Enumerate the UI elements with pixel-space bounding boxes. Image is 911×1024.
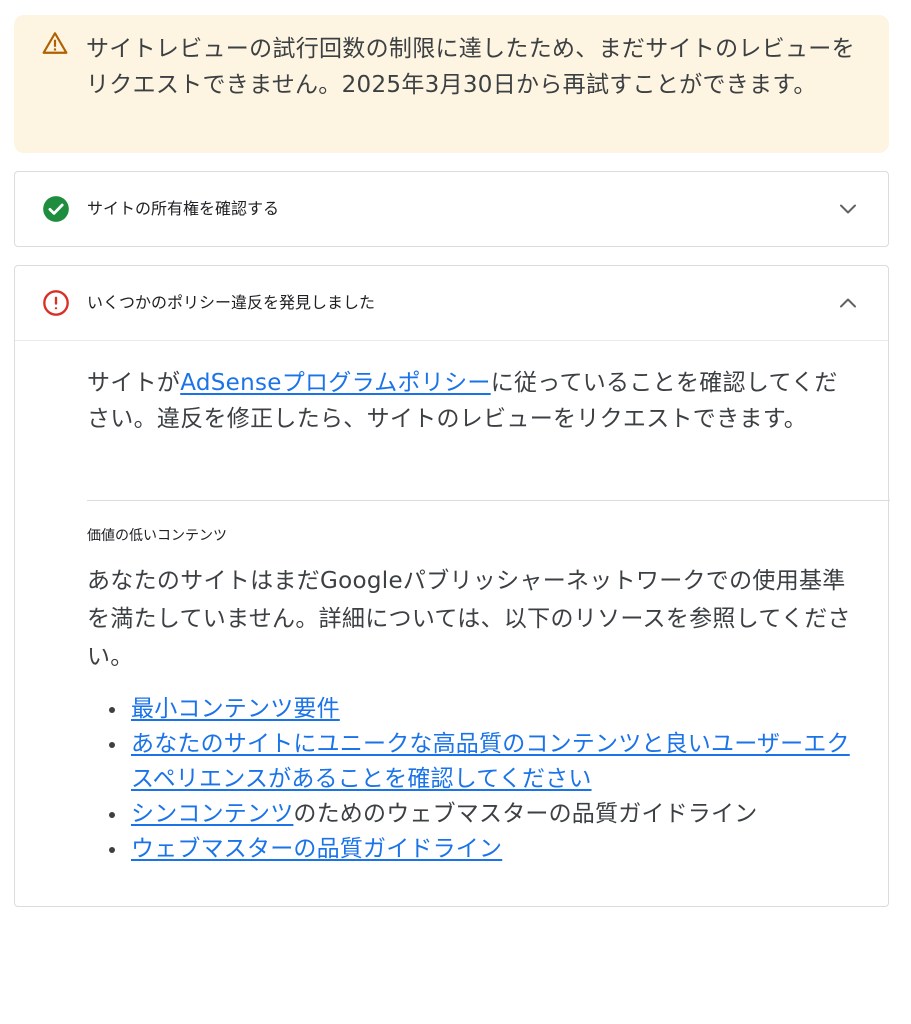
resource-list-item: 最小コンテンツ要件 <box>87 692 867 727</box>
policy-panel-body: サイトがAdSenseプログラムポリシーに従っていることを確認してください。違反… <box>87 365 875 437</box>
bullet-icon <box>109 742 115 748</box>
section-divider <box>87 500 890 501</box>
thin-content-suffix: のためのウェブマスターの品質ガイドライン <box>293 801 758 827</box>
adsense-program-policy-link[interactable]: AdSenseプログラムポリシー <box>180 370 491 396</box>
policy-intro-text: サイトがAdSenseプログラムポリシーに従っていることを確認してください。違反… <box>87 365 847 437</box>
site-ownership-panel: サイトの所有権を確認する <box>14 171 889 247</box>
chevron-down-icon[interactable] <box>836 197 860 221</box>
minimum-content-requirements-link[interactable]: 最小コンテンツ要件 <box>131 696 340 722</box>
low-value-content-description: あなたのサイトはまだGoogleパブリッシャーネットワークでの使用基準を満たして… <box>87 568 851 670</box>
site-ownership-panel-header[interactable]: サイトの所有権を確認する <box>15 172 888 246</box>
policy-violations-title: いくつかのポリシー違反を発見しました <box>87 293 376 312</box>
bullet-icon <box>109 847 115 853</box>
policy-violations-panel-header[interactable]: いくつかのポリシー違反を発見しました <box>15 266 888 340</box>
site-ownership-title: サイトの所有権を確認する <box>87 199 280 218</box>
warning-message: サイトレビューの試行回数の制限に達したため、まだサイトのレビューをリクエストでき… <box>86 36 855 98</box>
intro-prefix: サイトが <box>87 370 181 396</box>
thin-content-link[interactable]: シンコンテンツ <box>131 801 293 827</box>
resource-list-item: あなたのサイトにユニークな高品質のコンテンツと良いユーザーエクスペリエンスがある… <box>87 727 867 797</box>
resource-list: 最小コンテンツ要件 あなたのサイトにユニークな高品質のコンテンツと良いユーザーエ… <box>87 692 867 867</box>
low-value-content-label: 価値の低いコンテンツ <box>87 528 227 544</box>
error-circle-icon <box>43 290 69 316</box>
check-circle-icon <box>43 196 69 222</box>
review-limit-warning-banner: サイトレビューの試行回数の制限に達したため、まだサイトのレビューをリクエストでき… <box>14 15 889 153</box>
resource-list-item: シンコンテンツのためのウェブマスターの品質ガイドライン <box>87 797 867 832</box>
bullet-icon <box>109 707 115 713</box>
webmaster-quality-guidelines-link[interactable]: ウェブマスターの品質ガイドライン <box>131 836 502 862</box>
policy-violations-panel: いくつかのポリシー違反を発見しました サイトがAdSenseプログラムポリシーに… <box>14 265 890 907</box>
bullet-icon <box>109 812 115 818</box>
warning-triangle-icon <box>42 32 68 54</box>
chevron-up-icon[interactable] <box>836 291 860 315</box>
resource-list-item: ウェブマスターの品質ガイドライン <box>87 832 867 867</box>
low-value-content-section: 価値の低いコンテンツ あなたのサイトはまだGoogleパブリッシャーネットワーク… <box>87 524 867 867</box>
panel-header-divider <box>15 340 888 341</box>
unique-quality-content-link[interactable]: あなたのサイトにユニークな高品質のコンテンツと良いユーザーエクスペリエンスがある… <box>131 731 850 792</box>
